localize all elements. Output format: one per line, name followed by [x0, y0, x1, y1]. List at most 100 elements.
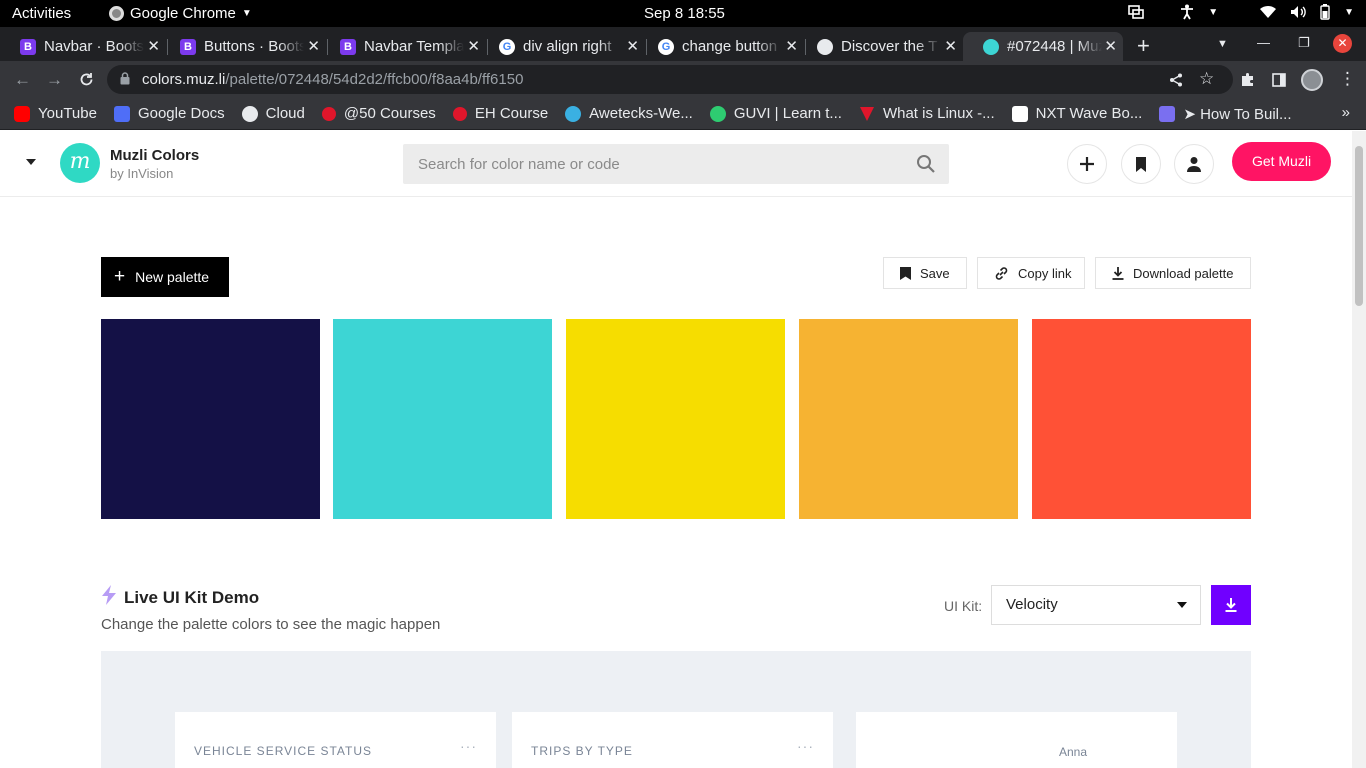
download-icon: [1112, 266, 1124, 280]
color-swatch-3[interactable]: [566, 319, 785, 519]
add-button[interactable]: [1067, 144, 1107, 184]
reload-icon[interactable]: [79, 72, 94, 87]
trips-by-type-card[interactable]: TRIPS BY TYPE ···: [512, 712, 833, 768]
ui-kit-download-button[interactable]: [1211, 585, 1251, 625]
bookmark-how-to-build[interactable]: ➤ How To Buil...: [1159, 105, 1292, 123]
get-muzli-button[interactable]: Get Muzli: [1232, 142, 1331, 181]
activities-button[interactable]: Activities: [12, 5, 71, 22]
tab-title: Buttons · Bootstrap: [204, 38, 304, 55]
star-icon[interactable]: ☆: [1199, 69, 1214, 89]
menu-caret-icon[interactable]: [26, 159, 36, 165]
new-palette-button[interactable]: + New palette: [101, 257, 229, 297]
bookmark-label: Google Docs: [137, 105, 225, 122]
new-tab-icon[interactable]: +: [1137, 33, 1150, 59]
tab-1[interactable]: B Navbar · Bootstrap ✕: [0, 32, 166, 61]
side-panel-icon[interactable]: [1272, 73, 1286, 87]
window-close-icon[interactable]: ✕: [1333, 34, 1352, 53]
account-button[interactable]: [1174, 144, 1214, 184]
plus-icon: +: [114, 265, 126, 287]
vehicle-service-card[interactable]: VEHICLE SERVICE STATUS ···: [175, 712, 496, 768]
bookmarks-button[interactable]: [1121, 144, 1161, 184]
tab-title: #072448 | Muzli: [1007, 38, 1102, 55]
link-icon: [995, 266, 1008, 280]
guvi-icon: [709, 105, 726, 122]
youtube-icon: [14, 105, 30, 122]
bookmark-google-docs[interactable]: Google Docs: [113, 105, 225, 122]
app-menu[interactable]: Google Chrome ▼: [109, 5, 252, 22]
bookmarks-overflow-icon[interactable]: »: [1342, 104, 1350, 121]
card-title: TRIPS BY TYPE: [531, 744, 633, 758]
tab-4[interactable]: G div align right ✕: [479, 32, 645, 61]
m-icon: [321, 106, 336, 121]
search-input[interactable]: [403, 144, 903, 184]
bookmark-label: GUVI | Learn t...: [733, 105, 842, 122]
system-top-bar: Activities Google Chrome ▼ Sep 8 18:55 ▼…: [0, 0, 1366, 27]
tab-strip: B Navbar · Bootstrap ✕ B Buttons · Boots…: [0, 27, 1366, 61]
share-icon[interactable]: [1169, 73, 1183, 87]
color-swatch-5[interactable]: [1032, 319, 1251, 519]
lock-icon[interactable]: [120, 72, 130, 85]
bookmark-label: What is Linux -...: [882, 105, 995, 122]
page-scrollbar[interactable]: [1352, 131, 1366, 768]
save-button[interactable]: Save: [883, 257, 967, 289]
back-icon[interactable]: ←: [14, 70, 31, 90]
browser-toolbar: ← → colors.muz.li/palette/072448/54d2d2/…: [0, 61, 1366, 98]
muzli-logo[interactable]: m: [60, 143, 100, 183]
close-icon[interactable]: ✕: [1104, 37, 1117, 55]
bookmark-label: Awetecks-We...: [589, 105, 693, 122]
user-card[interactable]: Anna: [856, 712, 1177, 768]
bookmark-youtube[interactable]: YouTube: [14, 105, 97, 122]
search-box: [403, 144, 949, 184]
url-path: /palette/072448/54d2d2/ffcb00/f8aa4b/ff6…: [225, 71, 524, 88]
minimize-icon[interactable]: —: [1257, 35, 1270, 50]
bookmark-label: ➤ How To Buil...: [1183, 105, 1292, 123]
bookmark-50-courses[interactable]: @50 Courses: [321, 105, 436, 122]
more-horizontal-icon[interactable]: ···: [797, 738, 814, 754]
forward-icon[interactable]: →: [46, 70, 63, 90]
tab-6[interactable]: Discover the T ✕: [797, 32, 963, 61]
color-swatch-4[interactable]: [799, 319, 1018, 519]
bookmark-cloud[interactable]: Cloud: [241, 105, 305, 122]
extensions-icon[interactable]: [1240, 72, 1255, 87]
copy-link-button[interactable]: Copy link: [977, 257, 1085, 289]
bookmark-eh-course[interactable]: EH Course: [452, 105, 548, 122]
tab-title: change button: [682, 38, 778, 55]
color-swatch-1[interactable]: [101, 319, 320, 519]
bootstrap-icon: B: [20, 38, 36, 55]
tab-7-active[interactable]: #072448 | Muzli ✕: [963, 32, 1123, 61]
more-menu-icon[interactable]: ⋮: [1339, 69, 1356, 89]
bootstrap-icon: B: [340, 38, 356, 55]
bookmark-nxt-wave[interactable]: NXT Wave Bo...: [1011, 105, 1142, 122]
clock[interactable]: Sep 8 18:55: [644, 5, 725, 22]
close-icon[interactable]: ✕: [944, 37, 957, 55]
search-icon[interactable]: [916, 154, 936, 174]
close-icon[interactable]: ✕: [147, 37, 160, 55]
address-bar[interactable]: colors.muz.li/palette/072448/54d2d2/ffcb…: [107, 65, 1233, 94]
circle-icon: [565, 105, 582, 122]
tab-2[interactable]: B Buttons · Bootstrap ✕: [160, 32, 326, 61]
lightning-icon: [102, 585, 116, 605]
v-icon: [859, 106, 874, 121]
docs-icon: [113, 105, 130, 122]
download-palette-button[interactable]: Download palette: [1095, 257, 1251, 289]
close-icon[interactable]: ✕: [307, 37, 320, 55]
bookmark-icon: [900, 266, 911, 280]
bookmark-linux[interactable]: What is Linux -...: [859, 105, 995, 122]
ui-kit-select[interactable]: Velocity: [991, 585, 1201, 625]
brand-name[interactable]: Muzli Colors: [110, 147, 199, 164]
chevron-down-icon: ▼: [1208, 6, 1219, 18]
profile-avatar[interactable]: [1301, 69, 1323, 91]
tab-5[interactable]: G change button ✕: [638, 32, 804, 61]
system-tray[interactable]: ▼ ▼: [1128, 4, 1354, 20]
tab-3[interactable]: B Navbar Templates ✕: [320, 32, 486, 61]
ui-kit-label: UI Kit:: [944, 598, 983, 614]
tab-search-icon[interactable]: ▼: [1217, 38, 1228, 50]
muzli-icon: [983, 38, 999, 55]
more-horizontal-icon[interactable]: ···: [460, 738, 477, 754]
bookmark-awetecks[interactable]: Awetecks-We...: [565, 105, 693, 122]
maximize-icon[interactable]: ❐: [1298, 35, 1310, 51]
bookmark-guvi[interactable]: GUVI | Learn t...: [709, 105, 842, 122]
scrollbar-thumb[interactable]: [1355, 146, 1363, 306]
color-swatch-2[interactable]: [333, 319, 552, 519]
accessibility-icon: [1181, 4, 1194, 20]
